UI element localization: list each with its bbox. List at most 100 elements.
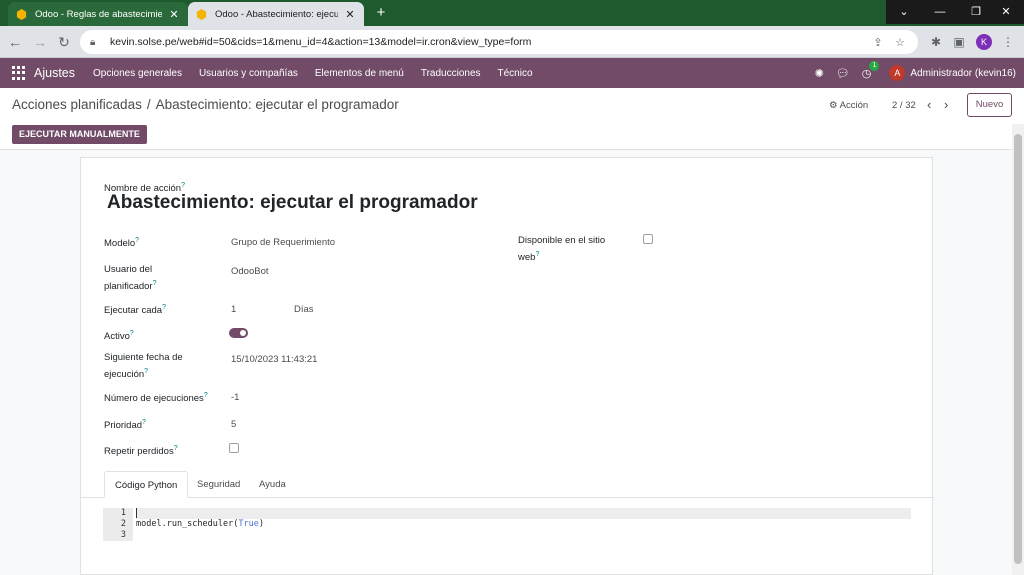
minimize-icon[interactable]: — bbox=[922, 0, 958, 24]
form-sheet: Nombre de acción? Abastecimiento: ejecut… bbox=[80, 157, 934, 575]
odoo-favicon-icon bbox=[196, 8, 207, 20]
browser-menu-icon[interactable]: ⋮ bbox=[1000, 34, 1016, 50]
browser-tab-title: Odoo - Abastecimiento: ejecuta bbox=[215, 8, 338, 20]
tab-codigo-python[interactable]: Código Python bbox=[104, 471, 189, 498]
profile-avatar[interactable]: K bbox=[976, 34, 992, 50]
field-label-disponible-web: Disponible en el sitio web? bbox=[518, 235, 606, 264]
gear-icon: ⚙ bbox=[829, 100, 838, 111]
browser-toolbar: ← → ↻ 🔒︎ kevin.solse.pe/web#id=50&cids=1… bbox=[0, 26, 1024, 58]
breadcrumb-current: Abastecimiento: ejecutar el programador bbox=[155, 97, 399, 112]
help-icon[interactable]: ? bbox=[204, 392, 208, 399]
field-label-repetir-perdidos: Repetir perdidos? bbox=[104, 445, 178, 458]
app-brand[interactable]: Ajustes bbox=[34, 66, 75, 80]
field-label-prioridad: Prioridad? bbox=[104, 419, 146, 432]
scrollbar-thumb[interactable] bbox=[1014, 134, 1022, 564]
bookmark-star-icon[interactable]: ☆ bbox=[892, 36, 908, 49]
field-value-prioridad[interactable]: 5 bbox=[231, 419, 236, 430]
browser-tab-abastecimiento[interactable]: Odoo - Abastecimiento: ejecuta ✕ bbox=[188, 2, 364, 26]
pager-previous-icon[interactable]: ‹ bbox=[927, 97, 931, 112]
disponible-web-checkbox[interactable] bbox=[643, 234, 653, 244]
field-value-siguiente-fecha[interactable]: 15/10/2023 11:43:21 bbox=[231, 354, 317, 365]
code-line-active[interactable] bbox=[136, 508, 911, 519]
page-scrollbar[interactable] bbox=[1012, 124, 1024, 575]
field-label-usuario: Usuario del planificador? bbox=[104, 264, 157, 293]
menu-traducciones[interactable]: Traducciones bbox=[421, 68, 481, 79]
notebook-tabs: Código Python Seguridad Ayuda bbox=[81, 471, 934, 498]
breadcrumb-separator: / bbox=[146, 97, 151, 112]
forward-icon[interactable]: → bbox=[31, 33, 49, 51]
field-label-modelo: Modelo? bbox=[104, 237, 140, 250]
tab-seguridad[interactable]: Seguridad bbox=[187, 471, 250, 498]
repetir-perdidos-checkbox[interactable] bbox=[229, 443, 239, 453]
odoo-favicon-icon bbox=[16, 8, 27, 20]
side-panel-icon[interactable]: ▣ bbox=[951, 34, 967, 50]
line-number: 3 bbox=[120, 530, 126, 540]
odoo-navbar: Ajustes Opciones generales Usuarios y co… bbox=[0, 58, 1024, 88]
help-icon[interactable]: ? bbox=[153, 280, 157, 287]
code-line[interactable]: model.run_scheduler(True) bbox=[136, 519, 911, 530]
help-icon[interactable]: ? bbox=[535, 251, 539, 258]
tab-ayuda[interactable]: Ayuda bbox=[249, 471, 296, 498]
url-text[interactable]: kevin.solse.pe/web#id=50&cids=1&menu_id=… bbox=[110, 36, 864, 48]
browser-tab-strip: Odoo - Reglas de abastecimient ✕ Odoo - … bbox=[0, 0, 1024, 26]
menu-usuarios-companias[interactable]: Usuarios y compañías bbox=[199, 68, 298, 79]
field-value-numero-ejecuciones[interactable]: -1 bbox=[231, 392, 239, 403]
close-window-icon[interactable]: ✕ bbox=[988, 0, 1024, 24]
extensions-icon[interactable]: ✱ bbox=[928, 34, 944, 50]
help-icon[interactable]: ? bbox=[162, 304, 166, 311]
field-label-numero-ejecuciones: Número de ejecuciones? bbox=[104, 392, 208, 405]
run-manually-button[interactable]: EJECUTAR MANUALMENTE bbox=[12, 125, 147, 144]
help-icon[interactable]: ? bbox=[135, 237, 139, 244]
chat-icon[interactable]: 💬︎ bbox=[836, 67, 850, 80]
field-value-interval-type[interactable]: Días bbox=[294, 304, 314, 315]
new-tab-icon[interactable]: + bbox=[372, 4, 390, 22]
breadcrumb-parent[interactable]: Acciones planificadas bbox=[12, 97, 142, 112]
editor-code[interactable]: model.run_scheduler(True) bbox=[136, 508, 911, 541]
navbar-systray: ✺ 💬︎ ◷ 1 A Administrador (kevin16) bbox=[803, 58, 1016, 88]
share-icon[interactable]: ⇪ bbox=[870, 36, 886, 49]
breadcrumb: Acciones planificadas / Abastecimiento: ej… bbox=[12, 97, 399, 112]
pager-next-icon[interactable]: › bbox=[944, 97, 948, 112]
help-icon[interactable]: ? bbox=[144, 368, 148, 375]
action-menu-label: Acción bbox=[839, 100, 869, 111]
activo-toggle[interactable] bbox=[229, 328, 248, 338]
address-bar[interactable]: 🔒︎ kevin.solse.pe/web#id=50&cids=1&menu_… bbox=[80, 30, 918, 54]
python-code-editor[interactable]: 1 2 3 model.run_scheduler(True) bbox=[103, 508, 911, 542]
chevron-down-icon[interactable]: ⌄ bbox=[886, 0, 922, 24]
activity-count-badge: 1 bbox=[869, 60, 880, 71]
help-icon[interactable]: ? bbox=[130, 330, 134, 337]
text-cursor bbox=[136, 508, 137, 518]
menu-elementos-menu[interactable]: Elementos de menú bbox=[315, 68, 404, 79]
user-name[interactable]: Administrador (kevin16) bbox=[910, 68, 1016, 79]
user-avatar[interactable]: A bbox=[889, 65, 906, 81]
field-value-modelo[interactable]: Grupo de Requerimiento bbox=[231, 237, 335, 248]
field-label-siguiente-fecha: Siguiente fecha de ejecución? bbox=[104, 352, 183, 381]
lock-icon: 🔒︎ bbox=[90, 36, 96, 48]
apps-grid-icon[interactable] bbox=[12, 66, 26, 80]
editor-gutter: 1 2 3 bbox=[103, 508, 133, 541]
help-icon[interactable]: ? bbox=[142, 419, 146, 426]
bug-icon[interactable]: ✺ bbox=[815, 67, 824, 80]
pager-value[interactable]: 2 / 32 bbox=[892, 100, 916, 111]
reload-icon[interactable]: ↻ bbox=[55, 33, 73, 51]
line-number: 1 bbox=[120, 508, 126, 518]
field-label-ejecutar-cada: Ejecutar cada? bbox=[104, 304, 166, 317]
field-value-interval-number[interactable]: 1 bbox=[231, 304, 236, 315]
record-title[interactable]: Abastecimiento: ejecutar el programador bbox=[107, 192, 478, 214]
browser-tab-reglas[interactable]: Odoo - Reglas de abastecimient ✕ bbox=[8, 2, 188, 26]
new-record-button[interactable]: Nuevo bbox=[967, 93, 1012, 117]
field-label-activo: Activo? bbox=[104, 330, 134, 343]
help-icon[interactable]: ? bbox=[181, 182, 185, 189]
menu-tecnico[interactable]: Técnico bbox=[498, 68, 533, 79]
close-tab-icon[interactable]: ✕ bbox=[344, 8, 356, 21]
close-tab-icon[interactable]: ✕ bbox=[168, 8, 180, 21]
browser-tab-title: Odoo - Reglas de abastecimient bbox=[35, 8, 162, 20]
help-icon[interactable]: ? bbox=[174, 445, 178, 452]
action-menu-button[interactable]: ⚙ Acción bbox=[829, 100, 868, 111]
field-value-usuario[interactable]: OdooBot bbox=[231, 266, 269, 277]
code-line[interactable] bbox=[136, 530, 911, 541]
menu-opciones-generales[interactable]: Opciones generales bbox=[93, 68, 182, 79]
back-icon[interactable]: ← bbox=[6, 33, 24, 51]
control-panel: Acciones planificadas / Abastecimiento: ej… bbox=[0, 88, 1024, 150]
activity-clock-icon[interactable]: ◷ 1 bbox=[862, 60, 880, 80]
